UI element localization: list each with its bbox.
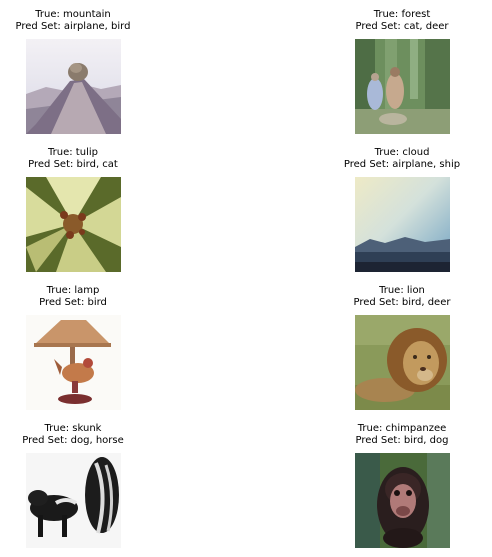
panel-caption: True: tulip Pred Set: bird, cat [0, 147, 153, 171]
image-panel-forest: True: forest Pred Set: cat, deer [322, 9, 482, 141]
panel-caption: True: lamp Pred Set: bird [0, 285, 153, 309]
pred-set-label: Pred Set: bird, dog [355, 435, 449, 446]
pred-set-label: Pred Set: cat, deer [355, 21, 449, 32]
lion-image [355, 315, 450, 410]
image-panel-lion: True: lion Pred Set: bird, deer [322, 285, 482, 417]
pred-set-label: Pred Set: dog, horse [22, 435, 124, 446]
pred-set-label: Pred Set: bird, deer [353, 297, 451, 308]
true-label: True: skunk [44, 423, 102, 434]
true-label: True: lamp [46, 285, 100, 296]
true-label: True: mountain [35, 9, 111, 20]
image-panel-skunk: True: skunk Pred Set: dog, horse [0, 423, 153, 555]
panel-caption: True: cloud Pred Set: airplane, ship [322, 147, 482, 171]
skunk-image [26, 453, 121, 548]
tulip-image [26, 177, 121, 272]
panel-caption: True: forest Pred Set: cat, deer [322, 9, 482, 33]
image-panel-tulip: True: tulip Pred Set: bird, cat [0, 147, 153, 279]
image-panel-mountain: True: mountain Pred Set: airplane, bird [0, 9, 153, 141]
true-label: True: tulip [48, 147, 98, 158]
panel-caption: True: skunk Pred Set: dog, horse [0, 423, 153, 447]
true-label: True: chimpanzee [357, 423, 447, 434]
true-label: True: cloud [374, 147, 430, 158]
pred-set-label: Pred Set: airplane, bird [15, 21, 131, 32]
forest-image [355, 39, 450, 134]
image-panel-cloud: True: cloud Pred Set: airplane, ship [322, 147, 482, 279]
mountain-image [26, 39, 121, 134]
panel-caption: True: chimpanzee Pred Set: bird, dog [322, 423, 482, 447]
true-label: True: forest [373, 9, 431, 20]
cloud-image [355, 177, 450, 272]
panel-caption: True: lion Pred Set: bird, deer [322, 285, 482, 309]
lamp-image [26, 315, 121, 410]
true-label: True: lion [379, 285, 425, 296]
image-panel-chimpanzee: True: chimpanzee Pred Set: bird, dog [322, 423, 482, 555]
pred-set-label: Pred Set: bird [39, 297, 107, 308]
panel-caption: True: mountain Pred Set: airplane, bird [0, 9, 153, 33]
image-panel-lamp: True: lamp Pred Set: bird [0, 285, 153, 417]
pred-set-label: Pred Set: airplane, ship [343, 159, 461, 170]
chimpanzee-image [355, 453, 450, 548]
pred-set-label: Pred Set: bird, cat [28, 159, 118, 170]
